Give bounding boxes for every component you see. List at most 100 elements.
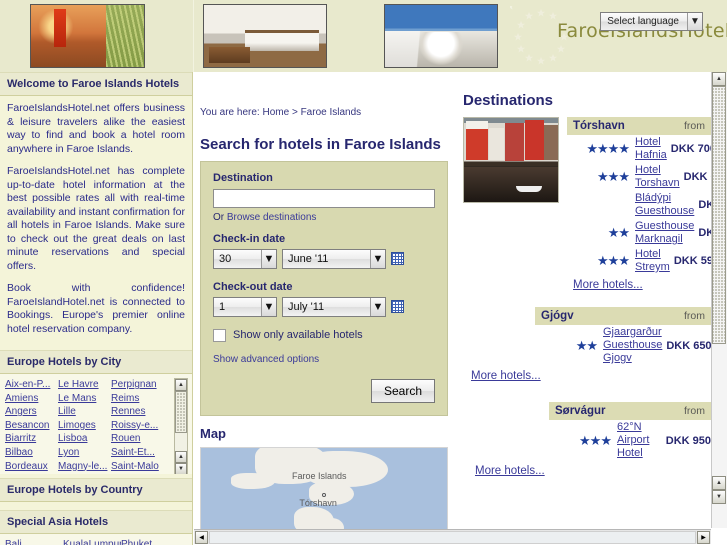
hotel-name-link[interactable]: Gjaargarður Guesthouse Gjogv: [603, 326, 662, 365]
hotel-name-link[interactable]: 62°N Airport Hotel: [617, 421, 662, 460]
scrollbar-track[interactable]: [209, 530, 696, 544]
city-link[interactable]: Lille: [58, 405, 111, 419]
city-link[interactable]: Scotland: [111, 473, 164, 474]
city-link[interactable]: Lyon: [58, 446, 111, 460]
city-column-1: Aix-en-P... Amiens Angers Besancon Biarr…: [5, 378, 58, 474]
available-only-checkbox[interactable]: [213, 328, 226, 342]
hotel-name-link[interactable]: Guesthouse Marknagil: [635, 220, 694, 246]
hotel-price: DKK 650: [666, 339, 711, 352]
hotel-price: DKK 595: [673, 255, 711, 267]
asia-link[interactable]: KualaLumpur: [63, 538, 121, 545]
city-link[interactable]: Marseille: [58, 473, 111, 474]
hotel-price: DKK 950: [665, 434, 711, 447]
advanced-options-row: Show advanced options: [213, 354, 435, 365]
destination-group-header: Tórshavn from: [567, 117, 711, 135]
hotel-row[interactable]: ★★ Guesthouse Marknagil DKK 490: [567, 219, 711, 247]
chevron-down-icon[interactable]: ▼: [261, 297, 276, 316]
city-link[interactable]: Limoges: [58, 419, 111, 433]
city-column-3: Perpignan Reims Rennes Roissy-e... Rouen…: [111, 378, 164, 474]
city-link[interactable]: Rennes: [111, 405, 164, 419]
hotel-row[interactable]: ★★★★ Hotel Hafnia DKK 700: [567, 135, 711, 163]
hotel-row[interactable]: ★★★ Hotel Torshavn DKK 650: [567, 163, 711, 191]
page-vertical-scrollbar[interactable]: ▲ ▲ ▼: [711, 72, 727, 528]
asia-link[interactable]: Phuket: [121, 538, 179, 545]
city-link[interactable]: Aix-en-P...: [5, 378, 58, 392]
hotel-name-link[interactable]: Hotel Torshavn: [635, 164, 680, 190]
city-link[interactable]: Besancon: [5, 419, 58, 433]
city-link[interactable]: Bordeaux: [5, 460, 58, 474]
chevron-down-icon[interactable]: ▼: [687, 13, 702, 30]
checkout-day-select[interactable]: 1 ▼: [213, 296, 277, 317]
sidebar-welcome-title: Welcome to Faroe Islands Hotels: [0, 72, 192, 96]
chevron-down-icon[interactable]: ▼: [370, 297, 385, 316]
more-hotels-link[interactable]: More hotels...: [465, 368, 541, 382]
hotel-price: DKK 490: [698, 227, 711, 239]
left-sidebar: Welcome to Faroe Islands Hotels FaroeIsl…: [0, 72, 193, 545]
star-rating-icon: ★★: [607, 225, 630, 240]
europe-cities-list: Aix-en-P... Amiens Angers Besancon Biarr…: [0, 374, 192, 474]
hotel-row[interactable]: ★★ Gjaargarður Guesthouse Gjogv DKK 650: [535, 325, 711, 366]
star-rating-icon: ★★: [575, 337, 598, 353]
calendar-icon[interactable]: [391, 252, 404, 265]
map-widget[interactable]: Faroe Islands Tórshavn: [200, 446, 448, 539]
city-link[interactable]: Biarritz: [5, 432, 58, 446]
hotel-name-link[interactable]: Bládýpi Guesthouse: [635, 192, 694, 218]
scroll-up-icon-2[interactable]: ▲: [175, 451, 187, 463]
city-link[interactable]: Le Havre: [58, 378, 111, 392]
advanced-options-link[interactable]: Show advanced options: [213, 354, 319, 365]
checkin-month-select[interactable]: June '11 ▼: [282, 248, 386, 269]
breadcrumb: You are here: Home > Faroe Islands: [194, 72, 458, 118]
city-link[interactable]: Magny-le...: [58, 460, 111, 474]
sidebar-intro-text: FaroeIslandsHotel.net offers business & …: [0, 96, 192, 342]
more-hotels-link[interactable]: More hotels...: [469, 463, 545, 477]
calendar-icon[interactable]: [391, 300, 404, 313]
scroll-down-icon[interactable]: ▼: [712, 490, 726, 504]
hotel-name-link[interactable]: Hotel Hafnia: [635, 136, 667, 162]
browse-destinations-link[interactable]: Browse destinations: [227, 212, 317, 223]
city-link[interactable]: Reims: [111, 392, 164, 406]
destination-input[interactable]: [213, 188, 435, 208]
scroll-up-icon[interactable]: ▲: [712, 72, 726, 86]
scroll-up-icon-2[interactable]: ▲: [712, 476, 726, 490]
scroll-up-icon[interactable]: ▲: [175, 379, 187, 391]
hotel-name-link[interactable]: Hotel Streym: [635, 248, 670, 274]
city-link[interactable]: Lisboa: [58, 432, 111, 446]
breadcrumb-home-link[interactable]: Home: [262, 107, 289, 118]
city-link[interactable]: Roissy-e...: [111, 419, 164, 433]
breadcrumb-separator: >: [291, 107, 298, 118]
hotel-row[interactable]: ★★★ 62°N Airport Hotel DKK 950: [549, 420, 711, 461]
scroll-down-icon[interactable]: ▼: [175, 463, 187, 474]
checkin-day-select[interactable]: 30 ▼: [213, 248, 277, 269]
map-label-city: Tórshavn: [299, 497, 337, 508]
scrollbar-thumb[interactable]: [712, 86, 726, 344]
site-logo[interactable]: FaroeIslandsHotel.n: [505, 0, 727, 72]
scrollbar-thumb[interactable]: [175, 391, 187, 433]
language-select[interactable]: Select language ▼: [600, 12, 703, 31]
checkout-month-select[interactable]: July '11 ▼: [282, 296, 386, 317]
checkout-month-value: July '11: [288, 300, 325, 313]
destination-label: Destination: [213, 172, 273, 184]
chevron-down-icon[interactable]: ▼: [370, 249, 385, 268]
city-link[interactable]: Le Mans: [58, 392, 111, 406]
from-label: from: [684, 310, 705, 322]
page-horizontal-scrollbar[interactable]: ◀ ▶: [194, 529, 711, 545]
scroll-left-icon[interactable]: ◀: [195, 530, 208, 544]
star-rating-icon: ★★★: [597, 169, 630, 184]
more-hotels-link[interactable]: More hotels...: [567, 277, 643, 291]
city-link[interactable]: Perpignan: [111, 378, 164, 392]
hotel-row[interactable]: ★★★ Hotel Streym DKK 595: [567, 247, 711, 275]
city-link[interactable]: Angers: [5, 405, 58, 419]
city-link[interactable]: Saint-Malo: [111, 460, 164, 474]
city-link[interactable]: Saint-Et...: [111, 446, 164, 460]
city-link[interactable]: Bilbao: [5, 446, 58, 460]
city-link[interactable]: Amiens: [5, 392, 58, 406]
asia-link[interactable]: Bali: [5, 538, 63, 545]
city-list-scrollbar[interactable]: ▲ ▲ ▼: [174, 378, 188, 474]
search-button[interactable]: Search: [370, 378, 435, 403]
city-link[interactable]: Boulogne...: [5, 473, 58, 474]
scroll-right-icon[interactable]: ▶: [697, 530, 710, 544]
city-link[interactable]: Rouen: [111, 432, 164, 446]
hotel-row[interactable]: Bládýpi Guesthouse DKK 450: [567, 191, 711, 219]
chevron-down-icon[interactable]: ▼: [261, 249, 276, 268]
destination-city-name: Tórshavn: [573, 120, 625, 132]
